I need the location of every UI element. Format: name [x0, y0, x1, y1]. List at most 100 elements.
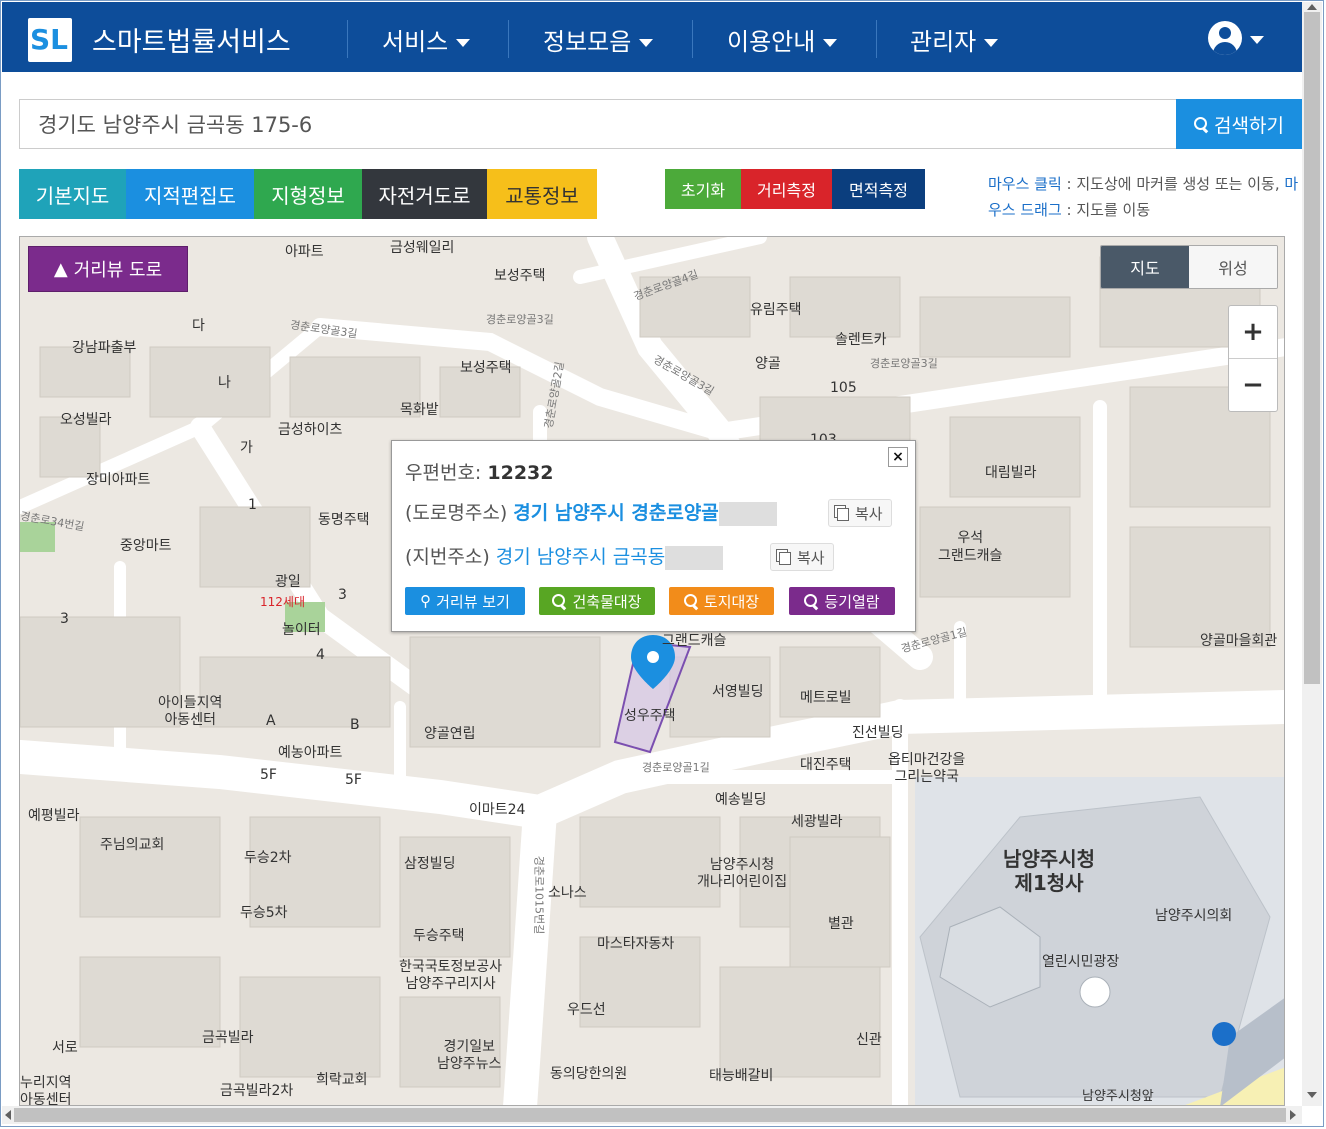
- map-type-map[interactable]: 지도: [1101, 246, 1189, 288]
- road-label: 경춘로양골1길: [642, 761, 710, 774]
- caret-down-icon: [456, 39, 471, 47]
- map-label: 주님의교회: [100, 837, 165, 853]
- map-label: 보성주택: [494, 268, 546, 284]
- tab-label: 교통정보: [505, 183, 579, 208]
- streetview-road-button[interactable]: ▲ 거리뷰 도로: [28, 246, 188, 292]
- tab-label: 지형정보: [271, 183, 345, 208]
- button-label: 등기열람: [824, 592, 880, 611]
- copy-icon: [779, 551, 791, 565]
- tool-label: 면적측정: [849, 181, 908, 200]
- road-label: 경춘로양골3길: [486, 313, 554, 326]
- logo[interactable]: SL: [28, 18, 72, 62]
- map-label: 마스타자동차: [597, 936, 675, 952]
- copy-label: 복사: [855, 504, 883, 523]
- map-label: 동명주택: [318, 512, 370, 528]
- distance-measure-button[interactable]: 거리측정: [741, 169, 832, 209]
- copy-label: 복사: [797, 548, 825, 567]
- map-help-text: 마우스 클릭 : 지도상에 마커를 생성 또는 이동, 마우스 드래그 : 지도…: [988, 171, 1302, 223]
- zoom-out-button[interactable]: −: [1229, 359, 1277, 411]
- map-label: 광일: [275, 574, 301, 590]
- user-circle-icon[interactable]: [1208, 21, 1242, 55]
- map-type-toggle: 지도 위성: [1100, 245, 1278, 289]
- zoom-in-button[interactable]: +: [1229, 306, 1277, 359]
- map-label: 보성주택: [460, 360, 512, 376]
- brand-title[interactable]: 스마트법률서비스: [92, 20, 291, 59]
- map-label: 두승5차: [240, 905, 288, 921]
- tab-basic-map[interactable]: 기본지도: [19, 169, 126, 219]
- map-base: [20, 237, 1284, 1105]
- search-button[interactable]: 검색하기: [1176, 99, 1302, 149]
- map-canvas[interactable]: 아파트 금성웨일리 보성주택 보성주택 유림주택 솔렌트카 양골 강남파출부 오…: [19, 236, 1285, 1106]
- map-label: A: [266, 713, 276, 729]
- search-icon: [552, 594, 566, 608]
- map-label: 남양주시청 제1청사: [1003, 847, 1095, 895]
- tab-terrain[interactable]: 지형정보: [254, 169, 362, 219]
- caret-down-icon[interactable]: [1250, 36, 1264, 44]
- registry-view-button[interactable]: 등기열람: [789, 587, 895, 615]
- search-icon: [1194, 117, 1208, 131]
- map-label: 두승2차: [244, 850, 292, 866]
- road-address-value[interactable]: 경기 남양주시 경춘로양골: [513, 502, 719, 524]
- tab-traffic[interactable]: 교통정보: [487, 169, 597, 219]
- address-search-input[interactable]: [19, 99, 1177, 149]
- nav-menu-info[interactable]: 정보모음: [543, 22, 654, 57]
- close-icon[interactable]: ×: [888, 447, 908, 467]
- road-address-row: (도로명주소) 경기 남양주시 경춘로양골: [405, 498, 777, 526]
- scroll-down-icon[interactable]: [1307, 1092, 1317, 1098]
- nav-menu-guide[interactable]: 이용안내: [727, 22, 838, 57]
- help-text: : 지도상에 마커를 생성 또는 이동,: [1061, 175, 1285, 193]
- tab-label: 기본지도: [35, 183, 110, 208]
- search-icon: [804, 594, 818, 608]
- map-label: 금성웨일리: [390, 240, 455, 256]
- vertical-scroll-thumb[interactable]: [1304, 12, 1320, 684]
- streetview-label: 거리뷰 도로: [73, 260, 163, 281]
- building-register-button[interactable]: 건축물대장: [539, 587, 655, 615]
- postal-code: 12232: [487, 462, 554, 484]
- jibun-address-value[interactable]: 경기 남양주시 금곡동: [496, 546, 665, 568]
- caret-down-icon: [984, 39, 999, 47]
- land-register-button[interactable]: 토지대장: [669, 587, 774, 615]
- map-label: 소나스: [548, 885, 587, 901]
- map-label: 오성빌라: [60, 412, 112, 428]
- help-text: : 지도를 이동: [1061, 201, 1151, 219]
- map-label: B: [350, 717, 360, 733]
- search-button-label: 검색하기: [1214, 114, 1284, 137]
- map-label: 태능배갈비: [709, 1068, 774, 1084]
- redacted-mask: [665, 545, 724, 570]
- nav-menu-admin[interactable]: 관리자: [910, 22, 999, 57]
- map-type-satellite[interactable]: 위성: [1189, 246, 1277, 288]
- road-label: 경춘로1015번길: [532, 855, 546, 935]
- map-label: 3: [338, 587, 347, 603]
- horizontal-scroll-thumb[interactable]: [14, 1108, 1286, 1122]
- tab-cadastral-map[interactable]: 지적편집도: [126, 169, 254, 219]
- copy-icon: [837, 507, 849, 521]
- button-label: 거리뷰 보기: [436, 592, 510, 611]
- map-label: 솔렌트카: [835, 332, 887, 348]
- jibun-address-row: (지번주소) 경기 남양주시 금곡동: [405, 542, 724, 570]
- caret-down-icon: [639, 39, 654, 47]
- tab-bicycle-road[interactable]: 자전거도로: [362, 169, 487, 219]
- map-label: 옵티마건강을 그리는약국: [888, 752, 966, 785]
- map-label: 우드선: [567, 1002, 606, 1018]
- copy-road-address-button[interactable]: 복사: [828, 499, 892, 527]
- map-label: 열린시민광장: [1042, 954, 1120, 970]
- logo-text: SL: [30, 23, 69, 56]
- streetview-view-button[interactable]: ⚲ 거리뷰 보기: [405, 587, 525, 615]
- map-label: 양골: [755, 356, 781, 372]
- scroll-right-icon[interactable]: [1290, 1110, 1296, 1120]
- scroll-up-icon[interactable]: [1307, 4, 1317, 10]
- map-label: 대림빌라: [985, 465, 1037, 481]
- scroll-left-icon[interactable]: [5, 1110, 11, 1120]
- map-label: 나: [218, 375, 231, 391]
- copy-jibun-address-button[interactable]: 복사: [770, 543, 834, 571]
- map-label: 한국국토정보공사 남양주구리지사: [399, 959, 503, 992]
- reset-button[interactable]: 초기화: [665, 169, 741, 209]
- nav-menu-service[interactable]: 서비스: [382, 22, 471, 57]
- map-label: 양골마을회관: [1200, 633, 1278, 649]
- map-label: 예농아파트: [278, 745, 343, 761]
- area-measure-button[interactable]: 면적측정: [832, 169, 925, 209]
- zoom-control: + −: [1228, 305, 1278, 412]
- road-label: 경춘로양골3길: [870, 357, 938, 370]
- redacted-mask: [718, 501, 777, 526]
- jibun-address-label: (지번주소): [405, 546, 496, 568]
